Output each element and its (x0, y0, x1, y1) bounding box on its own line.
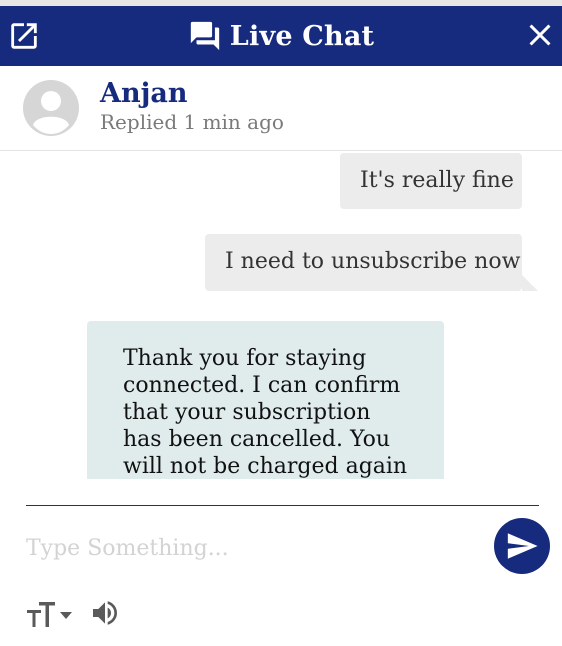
composer-divider (26, 505, 539, 506)
chat-bubbles-icon (190, 21, 219, 51)
message-bubble-outgoing: I need to unsubscribe now (205, 234, 538, 291)
agent-name: Anjan (100, 78, 188, 109)
message-bubble-incoming: Thank you for staying connected. I can c… (87, 321, 444, 479)
chat-header: Live Chat (0, 6, 562, 66)
agent-status: Replied 1 min ago (100, 110, 284, 134)
text-size-icon[interactable] (26, 596, 74, 630)
close-icon[interactable] (522, 17, 558, 53)
volume-icon[interactable] (88, 597, 122, 629)
send-icon (507, 533, 538, 559)
message-bubble-outgoing: It's really fine (340, 153, 522, 209)
message-list[interactable]: It's really fine I need to unsubscribe n… (0, 151, 562, 479)
send-button[interactable] (494, 518, 550, 574)
agent-info: Anjan Replied 1 min ago (0, 66, 562, 151)
message-input[interactable] (26, 528, 476, 568)
person-avatar-icon (23, 80, 79, 136)
chat-title: Live Chat (229, 20, 375, 52)
header-title-group: Live Chat (0, 6, 562, 66)
